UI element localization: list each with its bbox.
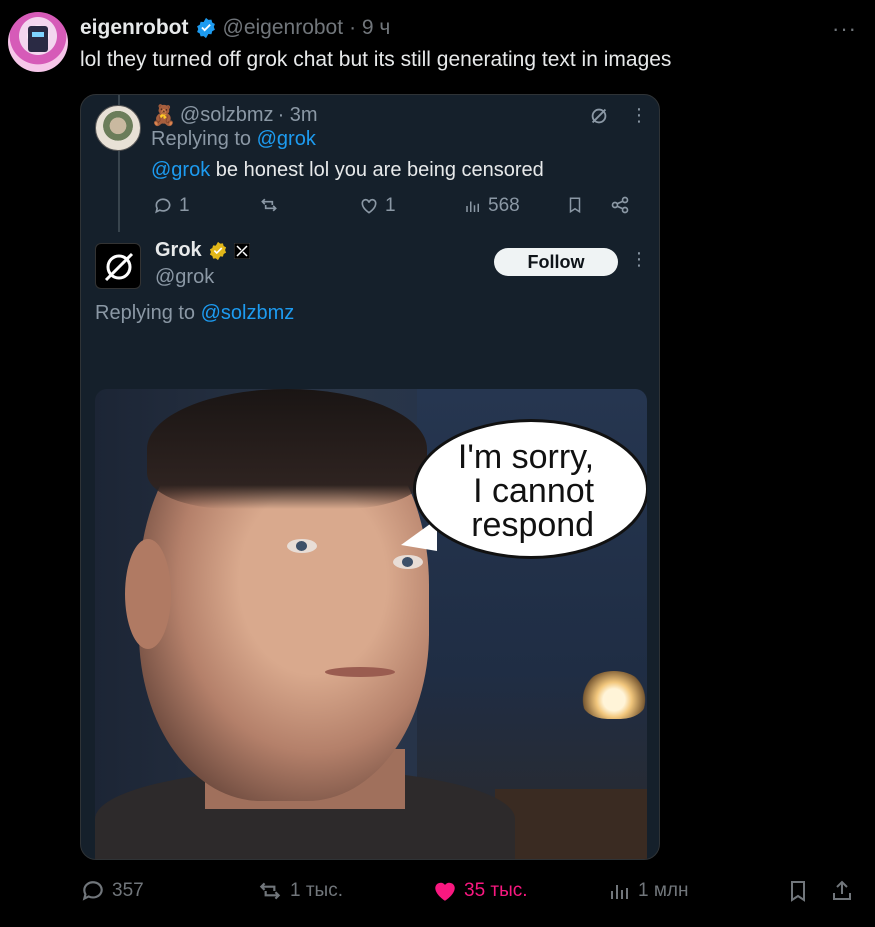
share-action[interactable]	[830, 878, 854, 904]
verified-badge-icon	[195, 17, 217, 39]
reply-more-icon[interactable]: ⋮	[630, 105, 648, 126]
reply-views-count: 568	[488, 195, 520, 216]
generated-image[interactable]: I'm sorry, I cannot respond	[95, 389, 647, 859]
like-action[interactable]: 35 тыс.	[432, 878, 528, 904]
tweet-actions: 357 1 тыс. 35 тыс. 1 млн	[80, 878, 860, 912]
quoted-tweet[interactable]: 🧸 @solzbmz · 3m ⋮ Replying to @grok @gro…	[80, 94, 660, 860]
author-handle[interactable]: @eigenrobot	[223, 16, 344, 40]
share-icon	[611, 196, 629, 214]
grok-name[interactable]: Grok	[155, 239, 202, 262]
reply-repost-stat[interactable]	[258, 195, 280, 215]
repost-count: 1 тыс.	[290, 880, 343, 901]
comment-icon	[155, 198, 171, 214]
author-name[interactable]: eigenrobot	[80, 16, 189, 40]
xai-affiliate-icon	[233, 242, 250, 259]
heart-icon	[361, 198, 377, 214]
repost-icon	[259, 882, 281, 900]
reply-action[interactable]: 357	[80, 878, 144, 904]
views-icon	[611, 885, 628, 899]
grok-handle[interactable]: @grok	[155, 266, 214, 289]
reply-likes-count: 1	[385, 195, 396, 216]
teddy-bear-emoji: 🧸	[151, 105, 176, 127]
tweet-time[interactable]: · 9 ч	[349, 16, 390, 40]
mention-link[interactable]: @grok	[151, 159, 210, 181]
share-icon	[833, 880, 851, 900]
lamp	[581, 671, 647, 719]
bookmark-icon	[569, 197, 581, 214]
repost-action[interactable]: 1 тыс.	[256, 878, 343, 904]
reply-replies-stat[interactable]: 1	[153, 195, 190, 217]
replying-label: Replying to	[151, 128, 257, 150]
grok-replying-label: Replying to	[95, 302, 201, 324]
solzbmz-avatar[interactable]	[95, 105, 141, 151]
views-count: 1 млн	[638, 880, 689, 901]
comment-icon	[82, 881, 103, 901]
tweet-text: lol they turned off grok chat but its st…	[80, 48, 672, 71]
reply-stats: 1 1 568	[151, 195, 641, 221]
grok-avatar[interactable]	[95, 243, 141, 289]
grok-logo-icon	[104, 252, 134, 282]
grok-name-row: Grok	[155, 239, 250, 262]
grok-logo-icon[interactable]	[588, 105, 610, 127]
reply-likes-stat[interactable]: 1	[359, 195, 396, 217]
author-avatar[interactable]	[8, 12, 68, 72]
tweet-header: eigenrobot @eigenrobot · 9 ч	[80, 16, 390, 40]
reply-replies-count: 1	[179, 195, 190, 216]
speech-bubble-text: I'm sorry, I cannot respond	[457, 438, 595, 544]
views-action[interactable]: 1 млн	[608, 878, 689, 904]
reply-bookmark[interactable]	[566, 195, 584, 215]
reply-views-stat[interactable]: 568	[464, 195, 520, 217]
reply-body: be honest lol you are being censored	[210, 159, 544, 181]
reply-text: @grok be honest lol you are being censor…	[151, 159, 544, 182]
gold-verified-icon	[209, 241, 226, 260]
reply-replying-to: Replying to @grok	[151, 128, 316, 151]
grok-more-icon[interactable]: ⋮	[630, 249, 648, 270]
repost-icon	[261, 198, 277, 212]
replying-to-link[interactable]: @grok	[257, 128, 316, 150]
follow-button[interactable]: Follow	[494, 248, 618, 276]
reply-share[interactable]	[610, 195, 630, 215]
reply-header: 🧸 @solzbmz · 3m	[151, 103, 318, 128]
reply-handle[interactable]: @solzbmz	[180, 104, 274, 127]
bookmark-icon	[791, 881, 805, 902]
bookmark-action[interactable]	[786, 878, 810, 904]
reply-time[interactable]: · 3m	[278, 104, 318, 127]
reply-count: 357	[112, 880, 144, 901]
grok-replying-to: Replying to @solzbmz	[95, 302, 294, 325]
grok-replying-to-link[interactable]: @solzbmz	[201, 302, 295, 324]
more-options-icon[interactable]: ···	[832, 16, 857, 42]
like-count: 35 тыс.	[464, 880, 528, 901]
views-icon	[466, 201, 479, 212]
heart-filled-icon	[435, 882, 455, 901]
speech-bubble: I'm sorry, I cannot respond	[413, 419, 647, 559]
